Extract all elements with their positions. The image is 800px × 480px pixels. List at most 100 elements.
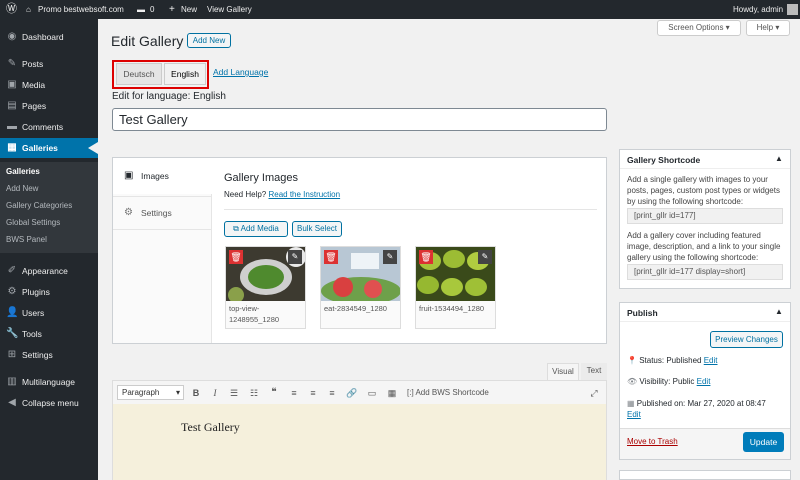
site-name-link[interactable]: Promo bestwebsoft.com — [38, 0, 124, 19]
tab-settings[interactable]: ⚙ Settings — [113, 196, 212, 230]
add-language-link[interactable]: Add Language — [213, 67, 268, 77]
align-left-icon[interactable]: ≡ — [288, 386, 300, 400]
tab-deutsch[interactable]: Deutsch — [116, 63, 162, 85]
sidebar-item-appearance[interactable]: ✐ Appearance — [0, 261, 98, 281]
numbered-list-icon[interactable]: ☷ — [248, 386, 260, 400]
sidebar-item-posts[interactable]: ✎ Posts — [0, 54, 98, 74]
settings-icon: ⊞ — [7, 349, 17, 360]
shortcode-cover-field[interactable]: [print_gllr id=177 display=short] — [627, 264, 783, 280]
page-title: Edit Gallery — [111, 33, 184, 49]
link-icon[interactable]: 🔗 — [346, 386, 358, 400]
new-link[interactable]: New — [181, 0, 197, 19]
users-icon: 👤 — [6, 307, 19, 318]
delete-icon[interactable]: 🗑 — [324, 250, 338, 264]
comments-count[interactable]: 0 — [150, 0, 154, 19]
comment-icon[interactable]: ▬ — [137, 0, 145, 19]
bullet-list-icon[interactable]: ☰ — [228, 386, 240, 400]
pencil-icon[interactable]: ✎ — [383, 250, 397, 264]
tab-visual[interactable]: Visual — [547, 363, 579, 380]
submenu-item-global-settings[interactable]: Global Settings — [6, 215, 60, 231]
appearance-icon: ✐ — [7, 265, 17, 276]
edit-visibility-link[interactable]: Edit — [697, 377, 711, 386]
collapse-arrow-icon[interactable]: ▲ — [775, 154, 783, 163]
tools-icon: 🔧 — [6, 328, 19, 339]
blockquote-icon[interactable]: ❝ — [268, 386, 280, 400]
media-icon: ⧉ — [233, 224, 239, 233]
tab-english[interactable]: English — [164, 63, 206, 85]
update-button[interactable]: Update — [743, 432, 784, 452]
submenu-item-bws-panel[interactable]: BWS Panel — [6, 232, 47, 248]
preview-changes-button[interactable]: Preview Changes — [710, 331, 783, 348]
gallery-image-item[interactable]: 🗑 ✎ fruit-1534494_1280 — [415, 246, 496, 329]
sidebar-item-plugins[interactable]: ⚙ Plugins — [0, 282, 98, 302]
comment-icon: ▬ — [7, 121, 17, 132]
editor-text: Test Gallery — [181, 420, 240, 434]
admin-bar: Ⓦ ⌂ Promo bestwebsoft.com ▬ 0 + New View… — [0, 0, 800, 19]
align-center-icon[interactable]: ≡ — [307, 386, 319, 400]
submenu-item-gallery-categories[interactable]: Gallery Categories — [6, 198, 72, 214]
publish-box-title: Publish — [627, 308, 658, 318]
view-gallery-link[interactable]: View Gallery — [207, 0, 252, 19]
sidebar-item-galleries[interactable]: ▦ Galleries — [0, 138, 98, 158]
help-button[interactable]: Help ▾ — [746, 20, 790, 36]
divider — [620, 321, 790, 322]
instruction-link[interactable]: Read the Instruction — [268, 190, 340, 199]
align-right-icon[interactable]: ≡ — [326, 386, 338, 400]
greeting[interactable]: Howdy, admin — [733, 0, 783, 19]
fullscreen-icon[interactable]: ⤢ — [588, 386, 600, 400]
plugin-icon: ⚙ — [7, 286, 17, 297]
sidebar-item-tools[interactable]: 🔧 Tools — [0, 324, 98, 344]
wordpress-logo-icon[interactable]: Ⓦ — [6, 0, 17, 19]
bws-shortcode-button[interactable]: [:] Add BWS Shortcode — [407, 386, 499, 400]
read-more-icon[interactable]: ▭ — [366, 386, 378, 400]
sidebar-item-pages[interactable]: ▤ Pages — [0, 96, 98, 116]
page-icon: ▤ — [7, 100, 17, 111]
language-icon: ▥ — [7, 376, 17, 387]
format-select[interactable]: Paragraph ▾ — [117, 385, 184, 400]
image-caption: top-view- 1248955_1280 — [229, 304, 280, 324]
pencil-icon[interactable]: ✎ — [478, 250, 492, 264]
tab-images[interactable]: ▣ Images — [113, 158, 213, 194]
shortcode-single-field[interactable]: [print_gllr id=177] — [627, 208, 783, 224]
sidebar-item-multilanguage[interactable]: ▥ Multilanguage — [0, 372, 98, 392]
delete-icon[interactable]: 🗑 — [229, 250, 243, 264]
status-label: Status: — [639, 356, 665, 365]
divider — [620, 168, 790, 169]
pin-icon: 📍 — [627, 356, 637, 365]
add-new-button[interactable]: Add New — [187, 33, 231, 48]
help-line: Need Help? Read the Instruction — [224, 190, 340, 199]
submenu-item-add-new[interactable]: Add New — [6, 181, 38, 197]
sidebar-item-collapse-menu[interactable]: ◀ Collapse menu — [0, 393, 98, 413]
sidebar-item-settings[interactable]: ⊞ Settings — [0, 345, 98, 365]
edit-date-link[interactable]: Edit — [627, 410, 641, 419]
published-label: Published on: — [636, 399, 686, 408]
editor-content[interactable]: Test Gallery — [113, 404, 606, 480]
sidebar-item-users[interactable]: 👤 Users — [0, 303, 98, 323]
delete-icon[interactable]: 🗑 — [419, 250, 433, 264]
home-icon: ⌂ — [26, 5, 31, 14]
title-input[interactable]: Test Gallery — [112, 108, 607, 131]
sidebar-item-dashboard[interactable]: ◉ Dashboard — [0, 27, 98, 47]
screen-options-button[interactable]: Screen Options ▾ — [657, 20, 741, 36]
bold-icon[interactable]: B — [190, 386, 202, 400]
sidebar-item-label: Plugins — [22, 287, 50, 297]
pencil-icon[interactable]: ✎ — [288, 250, 302, 264]
visibility-value: Public — [672, 377, 695, 386]
italic-icon[interactable]: I — [209, 386, 221, 400]
move-to-trash-link[interactable]: Move to Trash — [627, 437, 678, 446]
visibility-label: Visibility: — [639, 377, 671, 386]
shortcode-desc-single: Add a single gallery with images to your… — [627, 175, 780, 206]
edit-status-link[interactable]: Edit — [704, 356, 718, 365]
bulk-select-button[interactable]: Bulk Select — [292, 221, 342, 237]
submenu-item-galleries[interactable]: Galleries — [6, 164, 40, 180]
add-media-button[interactable]: ⧉ Add Media — [224, 221, 288, 237]
sidebar-item-comments[interactable]: ▬ Comments — [0, 117, 98, 137]
sidebar-item-label: Appearance — [22, 266, 68, 276]
gallery-image-item[interactable]: 🗑 ✎ top-view- 1248955_1280 — [225, 246, 306, 329]
gallery-image-item[interactable]: 🗑 ✎ eat-2834549_1280 — [320, 246, 401, 329]
tab-text[interactable]: Text — [581, 363, 607, 380]
sidebar-item-media[interactable]: ▣ Media — [0, 75, 98, 95]
avatar[interactable] — [787, 4, 798, 15]
collapse-arrow-icon[interactable]: ▲ — [775, 307, 783, 316]
toolbar-toggle-icon[interactable]: ▦ — [386, 386, 398, 400]
